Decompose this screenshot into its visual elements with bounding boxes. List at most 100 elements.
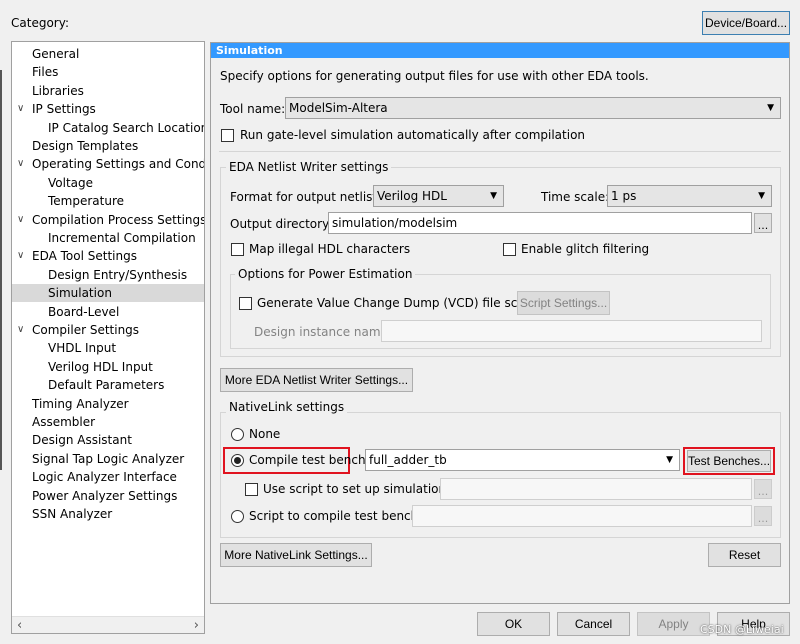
tree-item[interactable]: Default Parameters — [12, 376, 204, 394]
tree-item-label: Board-Level — [48, 304, 120, 319]
script-settings-button[interactable]: Script Settings... — [517, 291, 610, 315]
tree-item[interactable]: ∨ EDA Tool Settings — [12, 247, 204, 265]
tree-hscrollbar[interactable]: ‹ › — [12, 616, 204, 633]
run-gate-level-checkbox[interactable] — [221, 129, 234, 142]
use-script-browse-button[interactable]: ... — [754, 479, 772, 499]
scroll-right-icon[interactable]: › — [194, 618, 199, 633]
dropdown-arrow-icon: ▼ — [490, 191, 497, 201]
vcd-checkbox[interactable] — [239, 297, 252, 310]
time-scale-select[interactable]: 1 ps ▼ — [607, 185, 772, 207]
tree-item[interactable]: Incremental Compilation — [12, 229, 204, 247]
tree-item[interactable]: Voltage — [12, 174, 204, 192]
tool-name-select[interactable]: ModelSim-Altera ▼ — [285, 97, 781, 119]
settings-panel: Simulation Specify options for generatin… — [210, 42, 790, 604]
tree-item-label: IP Settings — [32, 102, 96, 117]
panel-header — [211, 43, 789, 58]
tree-item-label: EDA Tool Settings — [32, 249, 137, 264]
reset-button[interactable]: Reset — [708, 543, 781, 567]
power-estimation-group-title: Options for Power Estimation — [235, 267, 416, 281]
ok-button[interactable]: OK — [477, 612, 550, 636]
none-radio[interactable] — [231, 428, 244, 441]
tree-item[interactable]: Logic Analyzer Interface — [12, 468, 204, 486]
tree-item-label: Simulation — [48, 286, 112, 301]
time-scale-value: 1 ps — [611, 189, 637, 203]
tree-item-label: Compiler Settings — [32, 323, 140, 337]
compile-tb-radio[interactable] — [231, 454, 244, 467]
tree-item[interactable]: SSN Analyzer — [12, 505, 204, 523]
eda-netlist-group-title: EDA Netlist Writer settings — [226, 160, 392, 174]
tree-item[interactable]: ∨ IP Settings — [12, 100, 204, 118]
tree-item[interactable]: Design Entry/Synthesis — [12, 266, 204, 284]
use-script-checkbox[interactable] — [245, 483, 258, 496]
more-eda-settings-button[interactable]: More EDA Netlist Writer Settings... — [220, 368, 413, 392]
tree-item[interactable]: General — [12, 45, 204, 63]
glitch-filtering-checkbox[interactable] — [503, 243, 516, 256]
tree-item-label: Operating Settings and Conditic — [32, 157, 205, 172]
map-illegal-checkbox[interactable] — [231, 243, 244, 256]
tree-item[interactable]: IP Catalog Search Locations — [12, 119, 204, 137]
device-board-button[interactable]: Device/Board... — [702, 11, 790, 35]
tree-item[interactable]: ∨ Operating Settings and Conditic — [12, 155, 204, 173]
tree-item-label: Temperature — [48, 194, 125, 209]
tree-item-label: VHDL Input — [48, 341, 117, 356]
script-compile-browse-button[interactable]: ... — [754, 506, 772, 526]
output-dir-browse-button[interactable]: ... — [754, 213, 772, 233]
dropdown-arrow-icon: ▼ — [767, 103, 774, 113]
tree-item-label: Design Entry/Synthesis — [48, 267, 188, 282]
tree-item-label: General — [32, 47, 80, 61]
expand-chevron-icon[interactable]: ∨ — [17, 247, 24, 265]
tree-item[interactable]: ∨ Compiler Settings — [12, 321, 204, 339]
output-dir-label: Output directory: — [230, 217, 333, 231]
tree-item-label: Voltage — [48, 175, 94, 190]
tree-item-label: Assembler — [32, 415, 96, 429]
compile-tb-select[interactable]: full_adder_tb ▼ — [365, 449, 680, 471]
tree-item-label: Signal Tap Logic Analyzer — [32, 451, 185, 466]
tree-item-label: Incremental Compilation — [48, 231, 196, 245]
map-illegal-label: Map illegal HDL characters — [249, 242, 411, 256]
tree-item-label: Design Templates — [32, 139, 139, 153]
script-compile-input[interactable] — [412, 505, 752, 527]
tree-item[interactable]: VHDL Input — [12, 339, 204, 357]
tree-item[interactable]: Timing Analyzer — [12, 395, 204, 413]
more-nativelink-button[interactable]: More NativeLink Settings... — [220, 543, 372, 567]
expand-chevron-icon[interactable]: ∨ — [17, 211, 24, 229]
tree-item[interactable]: Design Templates — [12, 137, 204, 155]
expand-chevron-icon[interactable]: ∨ — [17, 100, 24, 118]
script-compile-radio[interactable] — [231, 510, 244, 523]
tree-item[interactable]: Board-Level — [12, 303, 204, 321]
compile-tb-value: full_adder_tb — [369, 453, 447, 467]
tree-item[interactable]: Power Analyzer Settings — [12, 487, 204, 505]
output-dir-input[interactable]: simulation/modelsim — [328, 212, 752, 234]
divider — [219, 151, 781, 152]
scroll-left-icon[interactable]: ‹ — [17, 618, 22, 633]
expand-chevron-icon[interactable]: ∨ — [17, 321, 24, 339]
tree-item-label: IP Catalog Search Locations — [48, 120, 205, 135]
tree-item[interactable]: Verilog HDL Input — [12, 358, 204, 376]
design-instance-input[interactable] — [381, 320, 762, 342]
category-tree[interactable]: General Files Libraries ∨ IP Settings IP Cata… — [11, 41, 205, 634]
tree-item[interactable]: Signal Tap Logic Analyzer — [12, 450, 204, 468]
panel-title: Simulation — [216, 44, 283, 57]
tree-item[interactable]: Assembler — [12, 413, 204, 431]
format-value: Verilog HDL — [377, 189, 447, 203]
tree-item[interactable]: ∨ Compilation Process Settings — [12, 211, 204, 229]
tree-item[interactable]: Libraries — [12, 82, 204, 100]
none-label: None — [249, 427, 281, 441]
tree-item[interactable]: Files — [12, 63, 204, 81]
tree-item[interactable]: Simulation — [12, 284, 204, 303]
glitch-filtering-label: Enable glitch filtering — [521, 242, 650, 256]
time-scale-label: Time scale: — [541, 190, 610, 204]
use-script-input[interactable] — [440, 478, 752, 500]
cancel-button[interactable]: Cancel — [557, 612, 630, 636]
tree-item[interactable]: Temperature — [12, 192, 204, 210]
expand-chevron-icon[interactable]: ∨ — [17, 155, 24, 173]
tree-item[interactable]: Design Assistant — [12, 431, 204, 449]
nativelink-group-title: NativeLink settings — [226, 400, 348, 414]
tree-item-label: Files — [32, 65, 59, 80]
tree-item-label: Verilog HDL Input — [48, 359, 153, 374]
test-benches-button[interactable]: Test Benches... — [687, 450, 771, 472]
vcd-label: Generate Value Change Dump (VCD) file sc… — [257, 296, 538, 310]
compile-tb-label: Compile test bench: — [249, 453, 370, 467]
tool-name-value: ModelSim-Altera — [289, 101, 388, 115]
format-select[interactable]: Verilog HDL ▼ — [373, 185, 504, 207]
